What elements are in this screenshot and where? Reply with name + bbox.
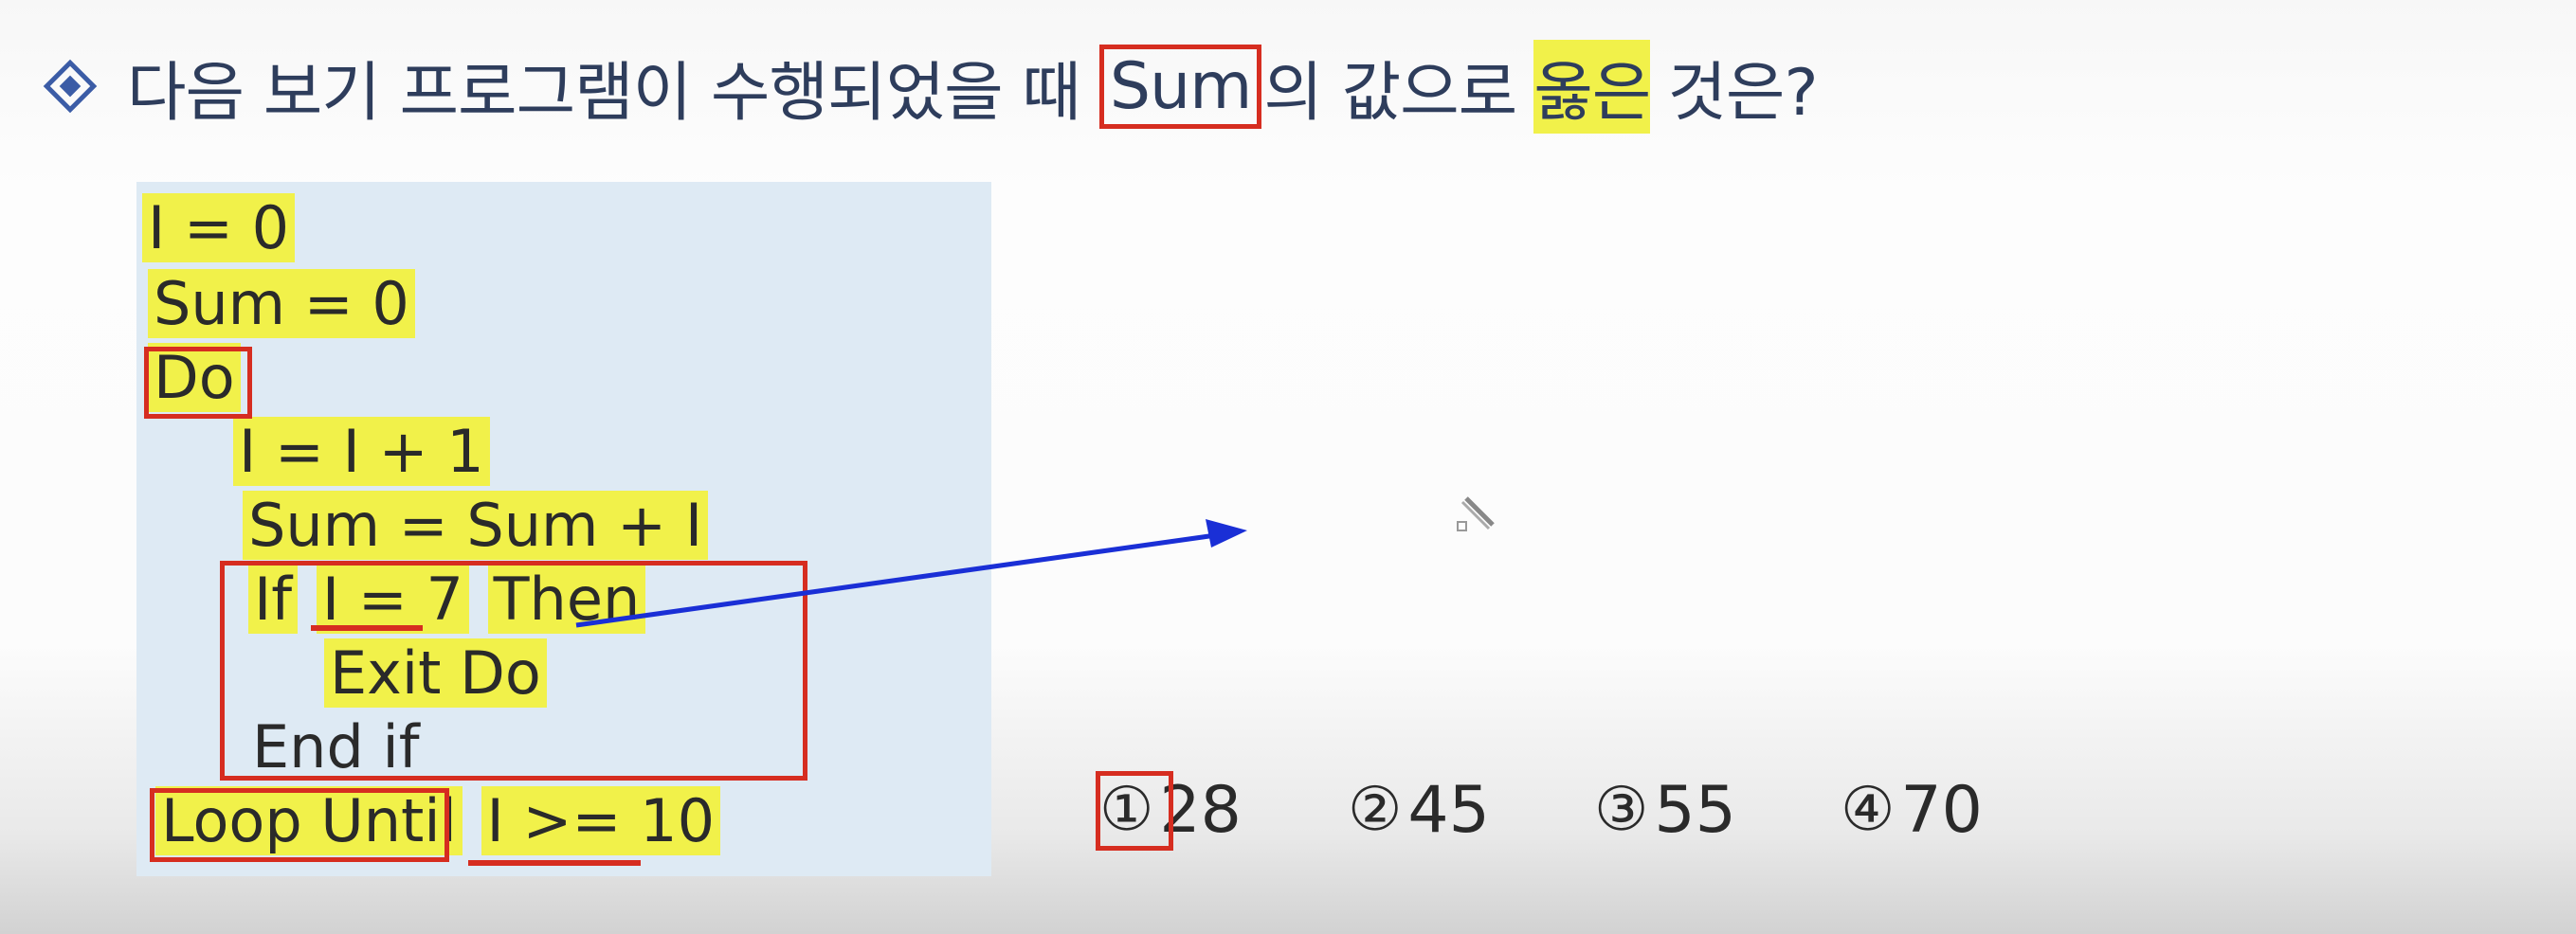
pencil-cursor-icon (1457, 496, 1495, 531)
choice-value: 70 (1900, 772, 1983, 848)
code-line-4: I = I + 1 (233, 417, 490, 486)
annotation-box-do (144, 347, 252, 419)
choice-3[interactable]: ③ 55 (1594, 767, 1736, 853)
code-text-condition: I >= 10 (481, 786, 721, 855)
choice-value: 45 (1407, 772, 1490, 848)
choice-2[interactable]: ② 45 (1348, 767, 1490, 853)
choice-value: 55 (1654, 772, 1736, 848)
code-text: Sum = 0 (148, 269, 415, 338)
code-line-5: Sum = Sum + I (243, 491, 709, 560)
code-text: I = 0 (142, 193, 296, 262)
annotation-box-loop-until (150, 788, 449, 862)
annotation-underline-loop-condition (468, 860, 641, 866)
choice-number: ③ (1594, 775, 1649, 845)
code-line-1: I = 0 (142, 193, 296, 262)
question-middle: 의 값으로 (1263, 55, 1517, 131)
code-text: I = I + 1 (233, 417, 490, 486)
annotation-box-if-block (220, 561, 807, 781)
diamond-bullet-icon (43, 59, 98, 114)
question-title: 다음 보기 프로그램이 수행되었을 때 Sum 의 값으로 옳은 것은? (42, 34, 1819, 138)
choice-4[interactable]: ④ 70 (1841, 767, 1983, 853)
question-boxed-word: Sum (1098, 44, 1262, 129)
choice-number: ④ (1841, 775, 1896, 845)
question-highlight-word: 옳은 (1533, 39, 1651, 134)
code-line-2: Sum = 0 (148, 269, 415, 338)
question-suffix: 것은? (1667, 55, 1818, 131)
annotation-box-answer (1096, 771, 1173, 851)
choice-number: ② (1348, 775, 1403, 845)
annotation-underline-condition (311, 625, 423, 631)
code-text: Sum = Sum + I (243, 491, 709, 560)
question-prefix: 다음 보기 프로그램이 수행되었을 때 (127, 55, 1081, 131)
